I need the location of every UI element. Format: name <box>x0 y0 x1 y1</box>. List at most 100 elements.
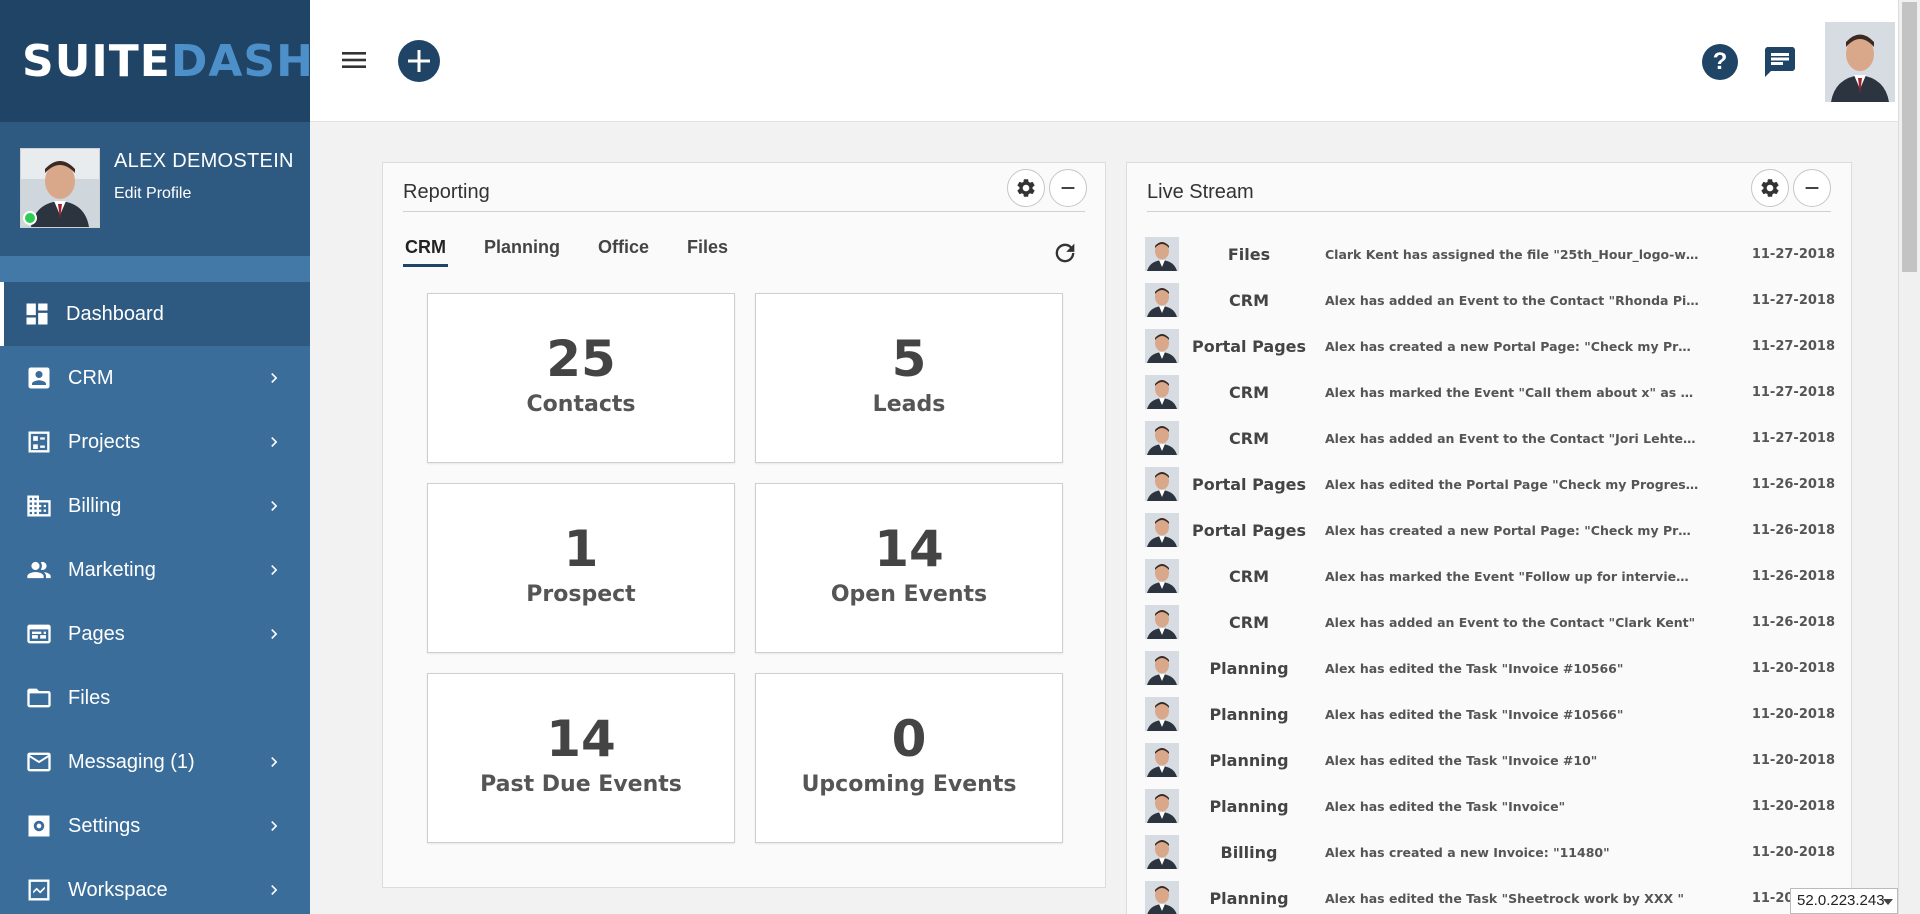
scrollbar-thumb[interactable] <box>1902 2 1917 272</box>
stream-row[interactable]: Portal Pages Alex has created a new Porta… <box>1145 507 1835 553</box>
tab-office[interactable]: Office <box>596 237 651 267</box>
suitedash-logo[interactable]: SUITEDASH <box>22 36 314 87</box>
stat-upcoming-events[interactable]: 0 Upcoming Events <box>755 673 1063 843</box>
sidebar: SUITEDASH ALEX DEMOSTEIN Edit Profile Da… <box>0 0 313 914</box>
stream-activity-text: Alex has added an Event to the Contact "… <box>1325 614 1696 630</box>
stream-activity-text: Alex has added an Event to the Contact "… <box>1325 430 1699 446</box>
chevron-right-icon <box>264 752 284 772</box>
mail-icon <box>24 747 54 777</box>
online-status-dot <box>23 211 37 225</box>
panel-title: Reporting <box>403 181 490 203</box>
stream-module: Planning <box>1209 658 1289 678</box>
sidebar-item-pages[interactable]: Pages <box>0 602 310 666</box>
avatar <box>1145 605 1179 639</box>
checklist-icon <box>24 427 54 457</box>
panel-collapse-button[interactable] <box>1793 169 1831 207</box>
stream-row[interactable]: CRM Alex has added an Event to the Contac… <box>1145 277 1835 323</box>
stream-row[interactable]: Planning Alex has edited the Task "Invoic… <box>1145 737 1835 783</box>
stream-date: 11-27-2018 <box>1751 338 1835 354</box>
logo-area: SUITEDASH <box>0 0 313 122</box>
stream-row[interactable]: CRM Alex has marked the Event "Follow up … <box>1145 553 1835 599</box>
stream-module: CRM <box>1229 612 1269 632</box>
chevron-right-icon <box>264 432 284 452</box>
panel-settings-button[interactable] <box>1007 169 1045 207</box>
menu-icon[interactable] <box>340 46 368 74</box>
chevron-right-icon <box>264 816 284 836</box>
ip-address-badge[interactable]: 52.0.223.243 <box>1790 888 1898 914</box>
live-stream-panel: Live Stream Files Clark Kent has assigned… <box>1126 162 1852 914</box>
avatar <box>1145 789 1179 823</box>
panel-title: Live Stream <box>1147 181 1254 203</box>
avatar <box>1145 651 1179 685</box>
help-button[interactable]: ? <box>1702 44 1738 80</box>
minus-icon <box>1061 187 1075 189</box>
chevron-right-icon <box>264 496 284 516</box>
page-scrollbar[interactable] <box>1898 0 1920 914</box>
minus-icon <box>1805 187 1819 189</box>
stream-date: 11-27-2018 <box>1751 246 1835 262</box>
sidebar-item-billing[interactable]: Billing <box>0 474 310 538</box>
sidebar-item-marketing[interactable]: Marketing <box>0 538 310 602</box>
avatar[interactable] <box>20 148 100 228</box>
folder-icon <box>24 683 54 713</box>
gear-icon <box>24 811 54 841</box>
stream-row[interactable]: CRM Alex has added an Event to the Contac… <box>1145 599 1835 645</box>
stream-module: Planning <box>1209 704 1289 724</box>
edit-profile-link[interactable]: Edit Profile <box>114 185 294 203</box>
stat-prospect[interactable]: 1 Prospect <box>427 483 735 653</box>
stream-date: 11-20-2018 <box>1751 844 1835 860</box>
tab-planning[interactable]: Planning <box>482 237 562 267</box>
stream-row[interactable]: Billing Alex has created a new Invoice: "… <box>1145 829 1835 875</box>
stream-module: Planning <box>1209 750 1289 770</box>
stream-module: Portal Pages <box>1191 336 1307 356</box>
stream-row[interactable]: Portal Pages Alex has created a new Porta… <box>1145 323 1835 369</box>
stream-activity-text: Alex has created a new Portal Page: "Che… <box>1325 338 1699 354</box>
stream-row[interactable]: Planning Alex has edited the Task "Invoic… <box>1145 691 1835 737</box>
gear-icon <box>1017 179 1035 197</box>
sidebar-item-projects[interactable]: Projects <box>0 410 310 474</box>
stream-row[interactable]: Planning Alex has edited the Task "Invoic… <box>1145 645 1835 691</box>
tab-crm[interactable]: CRM <box>403 237 448 267</box>
profile-name: ALEX DEMOSTEIN <box>114 150 294 172</box>
refresh-icon[interactable] <box>1051 239 1079 267</box>
plus-icon <box>408 50 430 72</box>
sidebar-item-workspace[interactable]: Workspace <box>0 858 310 914</box>
sidebar-item-messaging[interactable]: Messaging (1) <box>0 730 310 794</box>
chevron-right-icon <box>264 880 284 900</box>
chevron-right-icon <box>264 624 284 644</box>
stat-past-due-events[interactable]: 14 Past Due Events <box>427 673 735 843</box>
user-avatar[interactable] <box>1825 22 1895 102</box>
stream-module: CRM <box>1229 428 1269 448</box>
stream-row[interactable]: Files Clark Kent has assigned the file "2… <box>1145 231 1835 277</box>
stat-contacts[interactable]: 25 Contacts <box>427 293 735 463</box>
stat-leads[interactable]: 5 Leads <box>755 293 1063 463</box>
stream-row[interactable]: Portal Pages Alex has edited the Portal P… <box>1145 461 1835 507</box>
panel-collapse-button[interactable] <box>1049 169 1087 207</box>
stream-row[interactable]: Planning Alex has edited the Task "Sheetr… <box>1145 875 1835 914</box>
avatar <box>1145 559 1179 593</box>
sidebar-item-settings[interactable]: Settings <box>0 794 310 858</box>
stream-activity-text: Clark Kent has assigned the file "25th_H… <box>1325 246 1699 262</box>
stat-open-events[interactable]: 14 Open Events <box>755 483 1063 653</box>
stream-module: Planning <box>1209 796 1289 816</box>
panel-settings-button[interactable] <box>1751 169 1789 207</box>
sidebar-item-files[interactable]: Files <box>0 666 310 730</box>
stream-date: 11-27-2018 <box>1751 430 1835 446</box>
stream-activity-text: Alex has edited the Task "Invoice #10566… <box>1325 706 1624 722</box>
avatar <box>1145 237 1179 271</box>
tab-files[interactable]: Files <box>685 237 730 267</box>
stream-activity-text: Alex has edited the Portal Page "Check m… <box>1325 476 1699 492</box>
sidebar-item-crm[interactable]: CRM <box>0 346 310 410</box>
stream-row[interactable]: Planning Alex has edited the Task "Invoic… <box>1145 783 1835 829</box>
live-stream-list: Files Clark Kent has assigned the file "2… <box>1145 231 1835 914</box>
caret-down-icon <box>1883 899 1893 905</box>
stream-activity-text: Alex has added an Event to the Contact "… <box>1325 292 1699 308</box>
stream-row[interactable]: CRM Alex has marked the Event "Call them … <box>1145 369 1835 415</box>
add-new-button[interactable] <box>398 40 440 82</box>
top-bar: ? <box>310 0 1898 122</box>
sidebar-item-dashboard[interactable]: Dashboard <box>0 282 310 346</box>
chat-icon[interactable] <box>1762 44 1798 80</box>
stream-module: CRM <box>1229 290 1269 310</box>
stream-row[interactable]: CRM Alex has added an Event to the Contac… <box>1145 415 1835 461</box>
reporting-panel: Reporting CRM Planning Office Files 25 C… <box>382 162 1106 888</box>
